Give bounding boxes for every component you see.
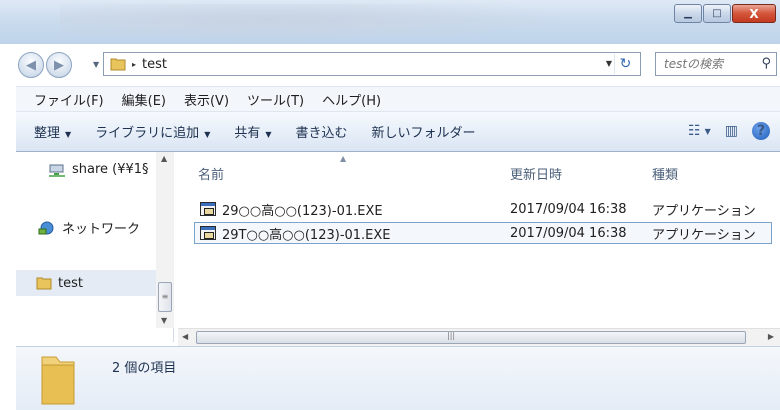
back-arrow-icon: ◀: [26, 57, 36, 73]
item-count: 2 個の項目: [112, 361, 177, 376]
column-headers: ▲ 名前 更新日時 種類: [178, 152, 780, 192]
nav-item-label: share (¥¥1§: [72, 162, 149, 177]
details-pane: 2 個の項目: [16, 346, 780, 410]
menu-file[interactable]: ファイル(F): [16, 90, 113, 109]
nav-scrollbar[interactable]: ▲ ≡ ▼: [156, 152, 174, 328]
column-header-type[interactable]: 種類: [652, 164, 678, 183]
navigation-pane: share (¥¥1§ ネットワーク test: [16, 152, 174, 342]
content-scrollbar[interactable]: ◀ ||| ▶: [178, 328, 780, 346]
file-date: 2017/09/04 16:38: [510, 225, 627, 241]
scroll-up-icon[interactable]: ▲: [161, 154, 167, 163]
view-dropdown-icon[interactable]: ▼: [705, 127, 711, 136]
menu-bar: ファイル(F) 編集(E) 表示(V) ツール(T) ヘルプ(H): [16, 86, 780, 112]
scroll-right-icon[interactable]: ▶: [768, 332, 774, 341]
include-in-library-label: ライブラリに追加: [95, 126, 200, 141]
preview-pane-icon[interactable]: ▥: [725, 123, 738, 139]
share-with-button[interactable]: 共有 ▼: [222, 122, 283, 141]
nav-scroll-thumb[interactable]: ≡: [158, 282, 172, 312]
file-name: 29○○高○○(123)-01.EXE: [222, 203, 383, 219]
column-header-date[interactable]: 更新日時: [510, 164, 562, 183]
organize-button[interactable]: 整理 ▼: [16, 122, 83, 141]
include-in-library-button[interactable]: ライブラリに追加 ▼: [83, 122, 222, 141]
menu-edit[interactable]: 編集(E): [113, 90, 175, 109]
history-buttons: ◀ ▶: [18, 52, 74, 78]
minimize-button[interactable]: ▁: [674, 4, 702, 23]
organize-label: 整理: [34, 126, 61, 141]
chevron-down-icon: ▼: [65, 130, 72, 139]
address-bar[interactable]: ▸ test ▼ ↻: [103, 52, 641, 76]
menu-help[interactable]: ヘルプ(H): [313, 90, 390, 109]
application-icon: [200, 202, 216, 217]
search-icon[interactable]: ⚲: [761, 56, 771, 71]
file-name: 29T○○高○○(123)-01.EXE: [222, 227, 391, 243]
menu-view[interactable]: 表示(V): [175, 90, 238, 109]
help-icon[interactable]: ?: [752, 122, 770, 140]
network-drive-icon: [49, 164, 65, 177]
nav-item-network[interactable]: ネットワーク: [38, 218, 140, 237]
scroll-left-icon[interactable]: ◀: [182, 332, 188, 341]
search-input[interactable]: [664, 57, 752, 71]
recent-pages-dropdown[interactable]: ▼: [93, 60, 99, 69]
grip-icon: |||: [447, 331, 456, 340]
folder-icon: [110, 58, 126, 71]
nav-item-share[interactable]: share (¥¥1§: [48, 162, 149, 177]
search-box[interactable]: ⚲: [655, 52, 777, 76]
file-type: アプリケーション: [652, 203, 756, 219]
address-dropdown-icon[interactable]: ▼: [606, 59, 612, 68]
forward-arrow-icon: ▶: [54, 57, 64, 73]
file-row[interactable]: 29○○高○○(123)-01.EXE 2017/09/04 16:38 アプリ…: [194, 198, 772, 220]
scroll-down-icon[interactable]: ▼: [161, 316, 167, 325]
nav-item-label: ネットワーク: [62, 222, 141, 237]
nav-item-label: test: [58, 275, 83, 291]
title-bar-glass: [60, 4, 580, 42]
view-options-icon[interactable]: ☷: [688, 123, 701, 139]
view-controls: ☷ ▼ ▥ ?: [674, 122, 770, 140]
column-header-name[interactable]: 名前: [198, 164, 224, 183]
content-scroll-thumb[interactable]: |||: [196, 331, 746, 344]
file-list: ▲ 名前 更新日時 種類 29○○高○○(123)-01.EXE 2017/09…: [178, 152, 780, 328]
file-date: 2017/09/04 16:38: [510, 201, 627, 217]
burn-button[interactable]: 書き込む: [284, 122, 360, 141]
maximize-button[interactable]: □: [703, 4, 731, 23]
file-row[interactable]: 29T○○高○○(123)-01.EXE 2017/09/04 16:38 アプ…: [194, 222, 772, 244]
forward-button[interactable]: ▶: [46, 52, 72, 78]
breadcrumb-separator-icon: ▸: [132, 59, 137, 69]
sort-ascending-icon: ▲: [340, 154, 347, 163]
command-bar: 整理 ▼ ライブラリに追加 ▼ 共有 ▼ 書き込む 新しいフォルダー ☷ ▼ ▥ ?: [16, 112, 780, 152]
network-icon: [38, 221, 54, 234]
title-bar: ▁ □ X: [0, 0, 780, 44]
menu-tools[interactable]: ツール(T): [238, 90, 313, 109]
refresh-icon[interactable]: ↻: [614, 54, 636, 74]
folder-icon: [41, 356, 75, 405]
file-type: アプリケーション: [652, 227, 756, 243]
nav-item-test[interactable]: test: [16, 270, 156, 296]
share-with-label: 共有: [234, 126, 261, 141]
window-controls: ▁ □ X: [673, 4, 776, 23]
application-icon: [200, 226, 216, 241]
breadcrumb-test[interactable]: test: [142, 57, 167, 72]
close-button[interactable]: X: [732, 4, 776, 23]
chevron-down-icon: ▼: [265, 130, 272, 139]
folder-icon: [36, 277, 52, 290]
chevron-down-icon: ▼: [204, 130, 211, 139]
back-button[interactable]: ◀: [18, 52, 44, 78]
new-folder-button[interactable]: 新しいフォルダー: [360, 122, 488, 141]
